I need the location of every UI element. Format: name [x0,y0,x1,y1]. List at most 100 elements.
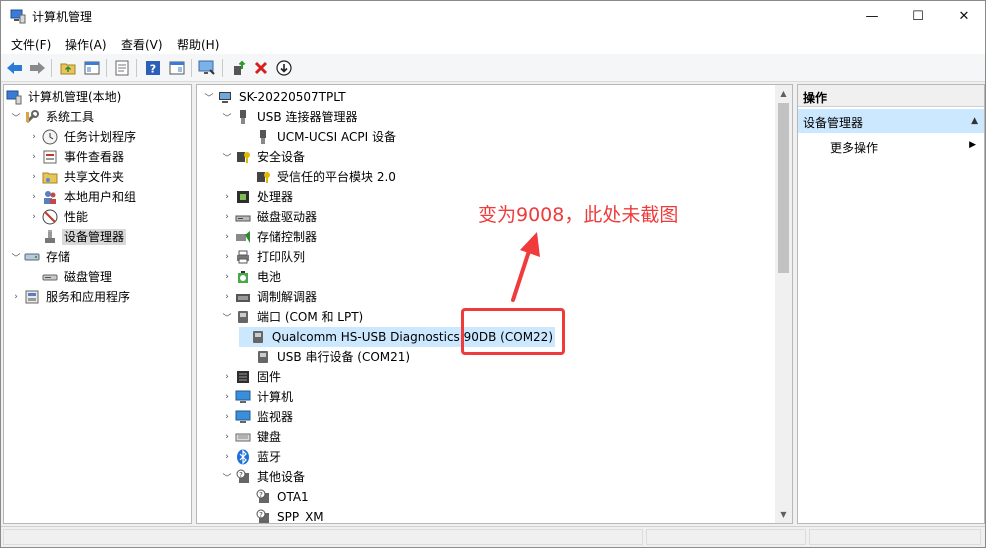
chevron-down-icon[interactable]: ﹀ [8,249,24,265]
back-icon[interactable] [5,58,25,78]
device-category-usb-connector[interactable]: ﹀ USB 连接器管理器 [219,107,359,127]
vertical-scrollbar[interactable]: ▲ ▼ [775,85,792,523]
actions-section-device-manager[interactable]: 设备管理器 ▲ [798,109,984,133]
chevron-right-icon[interactable]: › [26,149,42,165]
tree-item-disk-management[interactable]: 磁盘管理 [42,267,114,287]
chevron-right-icon[interactable]: › [219,209,235,225]
minimize-button[interactable]: — [849,1,895,32]
device-category-security[interactable]: ﹀ 安全设备 [219,147,307,167]
disable-device-icon[interactable] [274,58,294,78]
device-category-modems[interactable]: › 调制解调器 [219,287,319,307]
chevron-right-icon[interactable]: › [26,169,42,185]
menu-bar: 文件(F) 操作(A) 查看(V) 帮助(H) [1,32,985,54]
tree-item-shared-folders[interactable]: › 共享文件夹 [26,167,126,187]
chevron-right-icon[interactable]: › [219,369,235,385]
tree-item-computer-management[interactable]: 计算机管理(本地) [6,87,123,107]
device-category-keyboards[interactable]: › 键盘 [219,427,283,447]
more-actions-label: 更多操作 [830,141,879,155]
tree-item-performance[interactable]: › 性能 [26,207,90,227]
uninstall-icon[interactable] [251,58,271,78]
toolbar: ? [1,54,985,82]
scroll-down-icon[interactable]: ▼ [775,506,792,523]
device-category-bluetooth[interactable]: › 蓝牙 [219,447,283,467]
keyboard-icon [235,429,251,445]
chevron-right-icon[interactable]: › [219,389,235,405]
collapse-up-icon[interactable]: ▲ [971,116,978,126]
device-label: 键盘 [257,430,282,444]
device-label: 受信任的平台模块 2.0 [277,170,396,184]
chevron-down-icon[interactable]: ﹀ [219,149,235,165]
scroll-up-icon[interactable]: ▲ [775,85,792,102]
help-icon[interactable]: ? [143,58,163,78]
device-category-other[interactable]: ﹀ ? 其他设备 [219,467,307,487]
firmware-icon [235,369,251,385]
chevron-down-icon[interactable]: ﹀ [219,309,235,325]
chevron-down-icon[interactable]: ﹀ [219,469,235,485]
device-label: 固件 [257,370,282,384]
device-category-firmware[interactable]: › 固件 [219,367,283,387]
processor-icon [235,189,251,205]
scrollbar-thumb[interactable] [778,103,789,273]
chevron-right-icon[interactable]: › [219,249,235,265]
tree-item-event-viewer[interactable]: › 事件查看器 [26,147,126,167]
port-icon [235,309,251,325]
chevron-right-icon[interactable]: › [219,189,235,205]
tree-item-local-users[interactable]: › 本地用户和组 [26,187,138,207]
properties-icon[interactable] [112,58,132,78]
chevron-right-icon[interactable]: › [26,129,42,145]
port-icon [250,329,266,345]
device-category-computer[interactable]: › 计算机 [219,387,295,407]
menu-help[interactable]: 帮助(H) [177,36,219,53]
device-label: 计算机 [257,390,294,404]
window-title: 计算机管理 [32,10,93,24]
device-root[interactable]: ﹀ SK-20220507TPLT [201,87,348,107]
device-label: 调制解调器 [257,290,318,304]
action-pane-icon[interactable] [167,58,187,78]
update-driver-icon[interactable] [229,58,249,78]
tree-item-device-manager[interactable]: 设备管理器 [42,227,127,247]
chevron-right-icon[interactable]: › [219,269,235,285]
device-category-batteries[interactable]: › 电池 [219,267,283,287]
chevron-down-icon[interactable]: ﹀ [219,109,235,125]
chevron-right-icon[interactable]: › [8,289,24,305]
tree-item-system-tools[interactable]: ﹀ 系统工具 [8,107,96,127]
more-actions-item[interactable]: 更多操作 ▶ [798,135,984,157]
device-category-ports[interactable]: ﹀ 端口 (COM 和 LPT) [219,307,365,327]
device-category-monitors[interactable]: › 监视器 [219,407,295,427]
device-item-usb-serial[interactable]: USB 串行设备 (COM21) [239,347,412,367]
actions-header: 操作 [798,85,984,107]
usb-icon [235,109,251,125]
tree-item-label: 服务和应用程序 [46,290,131,304]
device-item-tpm[interactable]: 受信任的平台模块 2.0 [239,167,398,187]
chevron-right-icon[interactable]: › [26,189,42,205]
device-item-ucm-ucsi[interactable]: UCM-UCSI ACPI 设备 [239,127,398,147]
device-category-storage-controllers[interactable]: › 存储控制器 [219,227,319,247]
tree-item-storage[interactable]: ﹀ 存储 [8,247,72,267]
chevron-right-icon[interactable]: › [219,429,235,445]
menu-file[interactable]: 文件(F) [11,36,51,53]
forward-icon[interactable] [27,58,47,78]
menu-action[interactable]: 操作(A) [65,36,107,53]
device-label: SK-20220507TPLT [239,90,346,104]
chevron-right-icon[interactable]: › [26,209,42,225]
device-category-disk-drives[interactable]: › 磁盘驱动器 [219,207,319,227]
menu-view[interactable]: 查看(V) [121,36,163,53]
scan-hardware-icon[interactable] [197,58,217,78]
maximize-button[interactable]: ☐ [895,1,941,32]
device-category-print-queues[interactable]: › 打印队列 [219,247,307,267]
device-item-spp-xm[interactable]: ? SPP_XM [239,507,326,523]
up-folder-icon[interactable] [58,58,78,78]
tree-item-services-apps[interactable]: › 服务和应用程序 [8,287,132,307]
device-category-processor[interactable]: › 处理器 [219,187,295,207]
tree-item-task-scheduler[interactable]: › 任务计划程序 [26,127,138,147]
chevron-down-icon[interactable]: ﹀ [201,89,217,105]
chevron-right-icon[interactable]: › [219,409,235,425]
device-item-ota1[interactable]: ? OTA1 [239,487,311,507]
chevron-right-icon[interactable]: › [219,449,235,465]
tree-item-label: 任务计划程序 [64,130,137,144]
chevron-right-icon[interactable]: › [219,229,235,245]
show-hide-tree-icon[interactable] [82,58,102,78]
close-button[interactable]: ✕ [941,1,986,32]
chevron-right-icon[interactable]: › [219,289,235,305]
chevron-down-icon[interactable]: ﹀ [8,109,24,125]
